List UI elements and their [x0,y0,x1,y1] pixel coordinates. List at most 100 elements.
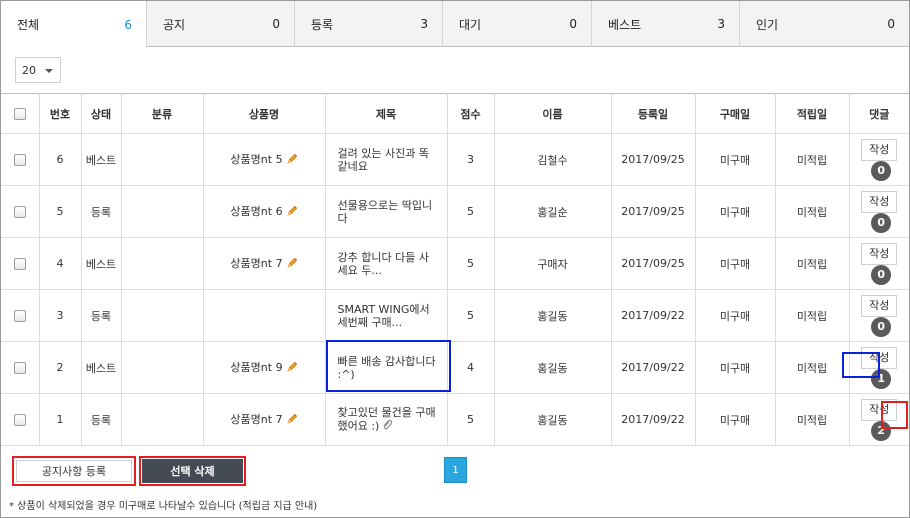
paperclip-icon [381,419,393,434]
header-reg-date: 등록일 [611,93,696,134]
row-select[interactable] [1,393,40,446]
tab-notice[interactable]: 공지 0 [147,1,295,47]
row-checkbox[interactable] [13,362,26,374]
chevron-down-icon [45,69,53,73]
pagination-page-current[interactable]: 1 [444,457,467,483]
tab-count: 3 [420,17,428,31]
pencil-icon[interactable] [286,257,298,272]
reply-count-badge[interactable]: 0 [871,264,892,285]
reply-count-badge[interactable]: 2 [871,420,892,441]
row-select[interactable] [1,133,40,186]
product-name[interactable]: 상품명nt 6 [230,205,282,218]
row-reward: 미적립 [775,341,850,394]
row-category [121,393,204,446]
row-reply: 작성1 [849,341,909,394]
row-product: 상품명nt 6 [203,185,326,238]
row-checkbox[interactable] [13,206,26,218]
review-title-link[interactable]: 걸려 있는 사진과 똑같네요 [338,147,429,173]
write-reply-button[interactable]: 작성 [861,398,898,421]
notice-register-button[interactable]: 공지사항 등록 [12,456,136,486]
write-reply-button[interactable]: 작성 [861,294,898,317]
tab-count: 0 [569,17,577,31]
row-select[interactable] [1,237,40,290]
row-checkbox[interactable] [13,310,26,322]
write-reply-button[interactable]: 작성 [861,242,898,265]
row-product [203,289,326,342]
row-category [121,341,204,394]
row-reply: 작성0 [849,289,909,342]
row-checkbox[interactable] [13,258,26,270]
row-title[interactable]: 걸려 있는 사진과 똑같네요 [325,133,448,186]
row-checkbox[interactable] [13,414,26,426]
row-select[interactable] [1,289,40,342]
product-name[interactable]: 상품명nt 7 [230,413,282,426]
per-page-select[interactable]: 20 [15,57,61,83]
reply-count-badge[interactable]: 0 [871,212,892,233]
row-select[interactable] [1,341,40,394]
row-status: 등록 [81,185,122,238]
product-name[interactable]: 상품명nt 5 [230,153,282,166]
write-reply-button[interactable]: 작성 [861,138,898,161]
select-all-checkbox[interactable] [13,108,26,120]
header-select-all[interactable] [1,93,40,134]
row-title[interactable]: 빠른 배송 감사합니다 :^) [325,341,448,394]
row-no: 3 [39,289,82,342]
reply-count-badge[interactable]: 1 [871,368,892,389]
row-product: 상품명nt 7 [203,237,326,290]
tab-label: 대기 [459,17,482,32]
reply-count-badge[interactable]: 0 [871,160,892,181]
delete-selected-button[interactable]: 선택 삭제 [139,456,246,486]
reply-count-badge[interactable]: 0 [871,316,892,337]
write-reply-button[interactable]: 작성 [861,190,898,213]
row-title[interactable]: 찾고있던 물건을 구매했어요 :) [325,393,448,446]
review-title-link[interactable]: SMART WING에서 세번째 구매... [338,303,430,329]
row-title[interactable]: 강추 합니다 다들 사세요 두... [325,237,448,290]
row-select[interactable] [1,185,40,238]
row-reply: 작성0 [849,237,909,290]
header-reply: 댓글 [849,93,909,134]
row-reply: 작성0 [849,185,909,238]
row-name: 구매자 [494,237,612,290]
product-name[interactable]: 상품명nt 9 [230,361,282,374]
row-purchase: 미구매 [695,185,776,238]
header-name: 이름 [494,93,612,134]
table-row: 6 베스트 상품명nt 5 걸려 있는 사진과 똑같네요 3 김철수 2017/09/25 미… [1,133,909,186]
row-reg-date: 2017/09/22 [611,341,696,394]
product-name[interactable]: 상품명nt 7 [230,257,282,270]
tab-label: 전체 [17,18,40,32]
tab-pending[interactable]: 대기 0 [443,1,592,47]
pencil-icon[interactable] [286,413,298,428]
pencil-icon[interactable] [286,153,298,168]
row-reg-date: 2017/09/25 [611,133,696,186]
row-category [121,237,204,290]
table-header-row: 번호 상태 분류 상품명 제목 점수 이름 등록일 구매일 적립일 댓글 [1,93,909,134]
row-purchase: 미구매 [695,289,776,342]
row-reward: 미적립 [775,289,850,342]
row-reply: 작성2 [849,393,909,446]
write-reply-button[interactable]: 작성 [861,346,898,369]
tab-registered[interactable]: 등록 3 [295,1,443,47]
tab-best[interactable]: 베스트 3 [592,1,740,47]
row-checkbox[interactable] [13,154,26,166]
tab-all[interactable]: 전체 6 [1,1,147,48]
pencil-icon[interactable] [286,205,298,220]
review-title-link[interactable]: 선물용으로는 딱입니다 [338,199,433,225]
pencil-icon[interactable] [286,361,298,376]
header-title: 제목 [325,93,448,134]
row-category [121,289,204,342]
review-title-link[interactable]: 강추 합니다 다들 사세요 두... [338,251,429,277]
row-title[interactable]: 선물용으로는 딱입니다 [325,185,448,238]
delete-selected-label: 선택 삭제 [142,459,243,483]
row-product: 상품명nt 7 [203,393,326,446]
review-table: 번호 상태 분류 상품명 제목 점수 이름 등록일 구매일 적립일 댓글 6 베스… [1,93,909,446]
row-title[interactable]: SMART WING에서 세번째 구매... [325,289,448,342]
row-reg-date: 2017/09/22 [611,393,696,446]
tab-popular[interactable]: 인기 0 [740,1,909,47]
review-title-link[interactable]: 빠른 배송 감사합니다 :^) [338,355,436,381]
header-product: 상품명 [203,93,326,134]
row-reg-date: 2017/09/25 [611,237,696,290]
tab-count: 0 [272,17,280,31]
row-reg-date: 2017/09/22 [611,289,696,342]
tab-count: 0 [887,17,895,31]
notice-register-label: 공지사항 등록 [16,460,132,482]
